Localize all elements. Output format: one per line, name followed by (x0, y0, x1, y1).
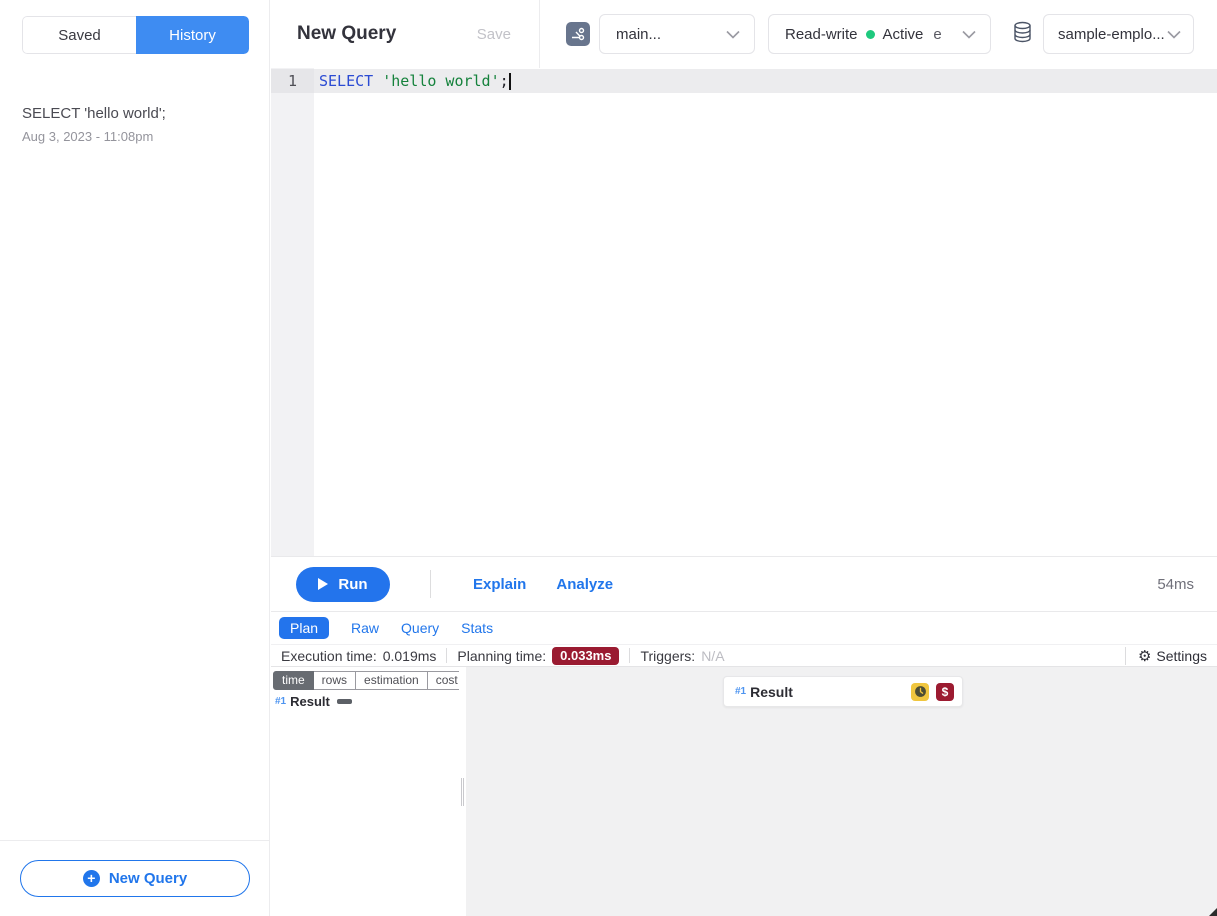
sql-terminator: ; (500, 72, 509, 90)
execution-time-label: Execution time: (281, 648, 377, 664)
active-status-dot (866, 30, 875, 39)
schema-share-icon[interactable] (566, 22, 590, 46)
main-panel: New Query Save main... Read-write (271, 0, 1217, 916)
sql-keyword: SELECT (319, 72, 373, 90)
run-button-label: Run (338, 576, 367, 593)
tab-query[interactable]: Query (401, 620, 439, 636)
editor-active-line[interactable]: 1 SELECT 'hello world'; (271, 69, 1217, 93)
plan-settings-button[interactable]: ⚙ Settings (1125, 647, 1217, 665)
line-number: 1 (271, 69, 314, 93)
mode-label: Read-write (785, 26, 858, 43)
time-warning-icon (911, 683, 929, 701)
plan-node-result[interactable]: #1 Result $ (723, 676, 963, 707)
triggers-value: N/A (701, 648, 724, 664)
tab-plan[interactable]: Plan (279, 617, 329, 639)
planning-time-badge: 0.033ms (552, 647, 619, 665)
page-title: New Query (297, 23, 396, 45)
explain-button[interactable]: Explain (473, 576, 526, 593)
execution-time: Execution time: 0.019ms (271, 648, 446, 664)
sidebar: Saved History SELECT 'hello world'; Aug … (0, 0, 270, 916)
settings-label: Settings (1156, 648, 1207, 664)
plus-icon: + (83, 870, 100, 887)
new-query-button-label: New Query (109, 870, 187, 887)
triggers-label: Triggers: (640, 648, 695, 664)
plan-metric-toggle: time rows estimation cost (273, 671, 473, 690)
play-icon (318, 578, 328, 590)
query-workspace: Saved History SELECT 'hello world'; Aug … (0, 0, 1217, 916)
metric-time-button[interactable]: time (273, 671, 314, 690)
topbar: New Query Save main... Read-write (271, 0, 1217, 68)
chevron-down-icon (962, 30, 976, 39)
query-header: New Query Save (271, 0, 540, 68)
node-label: Result (750, 684, 793, 700)
branch-dropdown[interactable]: main... (599, 14, 755, 54)
window-resize-corner[interactable] (1209, 908, 1217, 916)
history-list-item[interactable]: SELECT 'hello world'; Aug 3, 2023 - 11:0… (0, 96, 270, 152)
result-tabs: Plan Raw Query Stats (271, 612, 1217, 644)
triggers: Triggers: N/A (630, 648, 734, 664)
tab-raw[interactable]: Raw (351, 620, 379, 636)
planning-time: Planning time: 0.033ms (447, 647, 629, 665)
metric-estimation-button[interactable]: estimation (356, 671, 428, 690)
connection-controls: main... Read-write Active e (540, 0, 1217, 68)
editor-gutter (271, 68, 314, 556)
tab-stats[interactable]: Stats (461, 620, 493, 636)
query-elapsed-time: 54ms (1157, 576, 1194, 593)
connection-mode-dropdown[interactable]: Read-write Active e (768, 14, 991, 54)
sql-string: 'hello world' (382, 72, 499, 90)
text-cursor (509, 73, 511, 90)
node-index: #1 (735, 686, 746, 697)
new-query-button[interactable]: + New Query (20, 860, 250, 897)
history-item-query: SELECT 'hello world'; (22, 104, 248, 124)
divider (430, 570, 431, 598)
saved-history-toggle: Saved History (22, 16, 249, 54)
database-dropdown[interactable]: sample-emplo... (1043, 14, 1194, 54)
code-line: SELECT 'hello world'; (314, 72, 511, 90)
plan-diagram-canvas[interactable]: #1 Result $ (466, 667, 1217, 916)
tab-saved[interactable]: Saved (22, 16, 136, 54)
node-badges: $ (911, 683, 954, 701)
plan-tree-panel: time rows estimation cost #1 Result (271, 667, 459, 916)
status-label: Active (883, 26, 924, 43)
database-icon (1012, 21, 1033, 48)
sql-editor[interactable]: 1 SELECT 'hello world'; (271, 68, 1217, 556)
chevron-down-icon (726, 30, 740, 39)
plan-stats-bar: Execution time: 0.019ms Planning time: 0… (271, 644, 1217, 667)
chevron-down-icon (1167, 30, 1181, 39)
gear-icon: ⚙ (1138, 647, 1151, 665)
database-dropdown-value: sample-emplo... (1058, 26, 1165, 43)
sidebar-footer: + New Query (0, 840, 270, 916)
run-button[interactable]: Run (296, 567, 390, 602)
cost-warning-icon: $ (936, 683, 954, 701)
save-button[interactable]: Save (477, 26, 511, 43)
metric-bar (337, 699, 352, 704)
history-item-timestamp: Aug 3, 2023 - 11:08pm (22, 129, 248, 144)
truncated-text: e (933, 26, 941, 43)
planning-time-label: Planning time: (457, 648, 546, 664)
panel-resize-handle[interactable] (459, 667, 466, 916)
node-index: #1 (275, 696, 286, 707)
plan-visualizer: time rows estimation cost #1 Result #1 R… (271, 667, 1217, 916)
run-toolbar: Run Explain Analyze 54ms (271, 556, 1217, 612)
node-label: Result (290, 694, 330, 709)
tab-history[interactable]: History (136, 16, 249, 54)
branch-dropdown-value: main... (616, 26, 661, 43)
analyze-button[interactable]: Analyze (556, 576, 613, 593)
metric-rows-button[interactable]: rows (314, 671, 356, 690)
execution-time-value: 0.019ms (383, 648, 437, 664)
plan-tree-row[interactable]: #1 Result (275, 694, 352, 709)
